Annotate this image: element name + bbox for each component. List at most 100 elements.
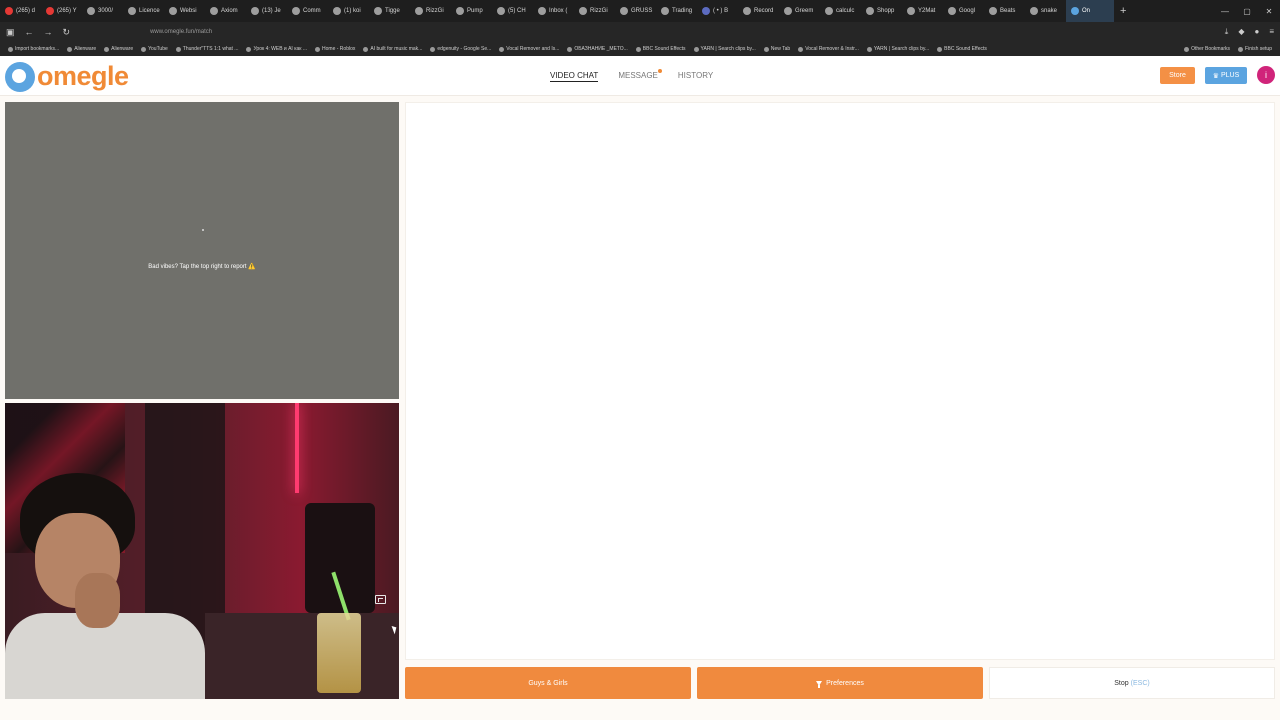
tab-favicon-icon <box>948 7 956 15</box>
reload-icon[interactable]: ↻ <box>63 27 71 38</box>
bookmark-label: Finish setup <box>1245 46 1272 52</box>
tab-label: Greem <box>795 8 814 14</box>
tab-favicon-icon <box>251 7 259 15</box>
tab-label: (1) koi <box>344 8 361 14</box>
plus-label: PLUS <box>1220 72 1240 79</box>
nav-history[interactable]: HISTORY <box>678 71 713 82</box>
bookmark-label: YARN | Search clips by... <box>700 46 756 52</box>
browser-tab[interactable]: (5) CH <box>492 0 533 22</box>
sidebar-toggle-icon[interactable]: ▣ <box>6 27 15 38</box>
nav-message[interactable]: MESSAGE <box>618 69 662 82</box>
bookmark-item[interactable]: BBC Sound Effects <box>632 46 690 52</box>
bookmark-icon <box>315 46 321 52</box>
preferences-button[interactable]: Preferences <box>697 667 983 699</box>
store-button[interactable]: Store <box>1160 67 1195 84</box>
browser-tab[interactable]: ( • ) B <box>697 0 738 22</box>
browser-tab[interactable]: (265) Y <box>41 0 82 22</box>
maximize-icon[interactable]: ▢ <box>1236 7 1258 16</box>
extension-icon[interactable]: ◆ <box>1238 27 1244 37</box>
user-avatar[interactable]: i <box>1257 66 1275 84</box>
bookmark-label: YARN | Search clips by... <box>873 46 930 52</box>
browser-tab[interactable]: (13) Je <box>246 0 287 22</box>
bookmark-item[interactable]: Finish setup <box>1234 46 1276 52</box>
tab-favicon-icon <box>210 7 218 15</box>
browser-tab[interactable]: Tigge <box>369 0 410 22</box>
browser-tab-bar: (265) d (265) Y 3000/Licence Websi Axiom (13)… <box>0 0 1280 22</box>
browser-tab[interactable]: Shopp <box>861 0 902 22</box>
bookmark-icon <box>763 46 769 52</box>
site-header: omegle VIDEO CHAT MESSAGE HISTORY Store … <box>0 56 1280 96</box>
nav-video-chat[interactable]: VIDEO CHAT <box>550 71 599 82</box>
stop-button[interactable]: Stop (ESC) <box>989 667 1275 699</box>
browser-tab[interactable]: calculc <box>820 0 861 22</box>
back-icon[interactable]: ← <box>25 27 34 37</box>
tab-label: snake <box>1041 8 1058 14</box>
plus-button[interactable]: ♛ PLUS <box>1205 67 1247 84</box>
preferences-label: Preferences <box>826 679 864 687</box>
browser-tab[interactable]: Pump <box>451 0 492 22</box>
bookmark-item[interactable]: ОБАЗНАНИЕ _МЕТО... <box>563 46 631 52</box>
browser-tab[interactable]: Y2Mat <box>902 0 943 22</box>
bookmark-label: Vocal Remover and Is... <box>506 46 560 52</box>
forward-icon[interactable]: → <box>44 27 53 37</box>
browser-tab[interactable]: RizzGi <box>574 0 615 22</box>
bookmark-item[interactable]: YARN | Search clips by... <box>690 46 760 52</box>
browser-tab[interactable]: Axiom <box>205 0 246 22</box>
download-icon[interactable]: ⤓ <box>1225 27 1229 37</box>
browser-tab[interactable]: Beats <box>984 0 1025 22</box>
browser-address-bar: ▣ ← → ↻ www.omegle.fun/match ⤓ ◆ ● ≡ <box>0 22 1280 42</box>
url-field[interactable]: www.omegle.fun/match <box>150 29 212 35</box>
browser-tab[interactable]: snake <box>1025 0 1066 22</box>
tab-label: Licence <box>139 8 160 14</box>
browser-tab[interactable]: Googl <box>943 0 984 22</box>
browser-tab[interactable]: Comm <box>287 0 328 22</box>
browser-tab-active[interactable]: On <box>1066 0 1114 22</box>
bookmark-item[interactable]: YouTube <box>137 46 172 52</box>
stranger-video: Bad vibes? Tap the top right to report ⚠… <box>5 102 399 399</box>
browser-tab[interactable]: 3000/ <box>82 0 123 22</box>
bookmark-label: edgenuity - Google Se... <box>437 46 492 52</box>
tab-label: Trading <box>672 8 693 14</box>
bookmark-item[interactable]: Thunder"TTS 1:1 what ... <box>172 46 243 52</box>
bookmark-item[interactable]: Alienware <box>100 46 137 52</box>
bookmark-icon <box>1184 46 1190 52</box>
bookmark-item[interactable]: edgenuity - Google Se... <box>426 46 495 52</box>
bookmark-item[interactable]: Home - Roblox <box>311 46 359 52</box>
tab-favicon-icon <box>128 7 136 15</box>
gender-filter-button[interactable]: Guys & Girls <box>405 667 691 699</box>
close-icon[interactable]: ✕ <box>1258 7 1280 16</box>
bookmark-item[interactable]: New Tab <box>760 46 794 52</box>
fullscreen-icon[interactable] <box>375 595 386 604</box>
menu-icon[interactable]: ≡ <box>1269 27 1274 37</box>
chat-area[interactable] <box>405 102 1275 660</box>
browser-tab[interactable]: Trading <box>656 0 697 22</box>
bookmark-item[interactable]: AI built for music mak... <box>359 46 426 52</box>
minimize-icon[interactable]: — <box>1214 7 1236 16</box>
bookmark-item[interactable]: Vocal Remover and Is... <box>495 46 563 52</box>
browser-tab[interactable]: RizzGi <box>410 0 451 22</box>
browser-tab[interactable]: Inbox ( <box>533 0 574 22</box>
tab-favicon-icon <box>46 7 54 15</box>
browser-tab[interactable]: Licence <box>123 0 164 22</box>
browser-tab[interactable]: (265) d <box>0 0 41 22</box>
bookmark-item[interactable]: Урок 4: WEB и AI как ... <box>242 46 311 52</box>
profile-icon[interactable]: ● <box>1254 27 1259 37</box>
tab-favicon-icon <box>743 7 751 15</box>
browser-tab[interactable]: Greem <box>779 0 820 22</box>
bookmark-item[interactable]: BBC Sound Effects <box>933 46 991 52</box>
browser-tab[interactable]: Record <box>738 0 779 22</box>
crown-icon: ♛ <box>1212 72 1219 80</box>
report-hint: Bad vibes? Tap the top right to report ⚠… <box>5 263 399 270</box>
bookmark-item[interactable]: YARN | Search clips by... <box>863 46 933 52</box>
bookmark-item[interactable]: Alienware <box>63 46 100 52</box>
person-hand <box>75 573 120 628</box>
browser-tab[interactable]: Websi <box>164 0 205 22</box>
bookmark-item[interactable]: Other Bookmarks <box>1180 46 1234 52</box>
new-tab-icon[interactable]: + <box>1114 5 1132 17</box>
omegle-logo[interactable]: omegle <box>5 61 129 92</box>
bookmark-item[interactable]: Vocal Remover & Instr... <box>794 46 863 52</box>
bookmark-icon <box>141 46 147 52</box>
browser-tab[interactable]: GRUSS <box>615 0 656 22</box>
bookmark-item[interactable]: Import bookmarks... <box>4 46 63 52</box>
browser-tab[interactable]: (1) koi <box>328 0 369 22</box>
